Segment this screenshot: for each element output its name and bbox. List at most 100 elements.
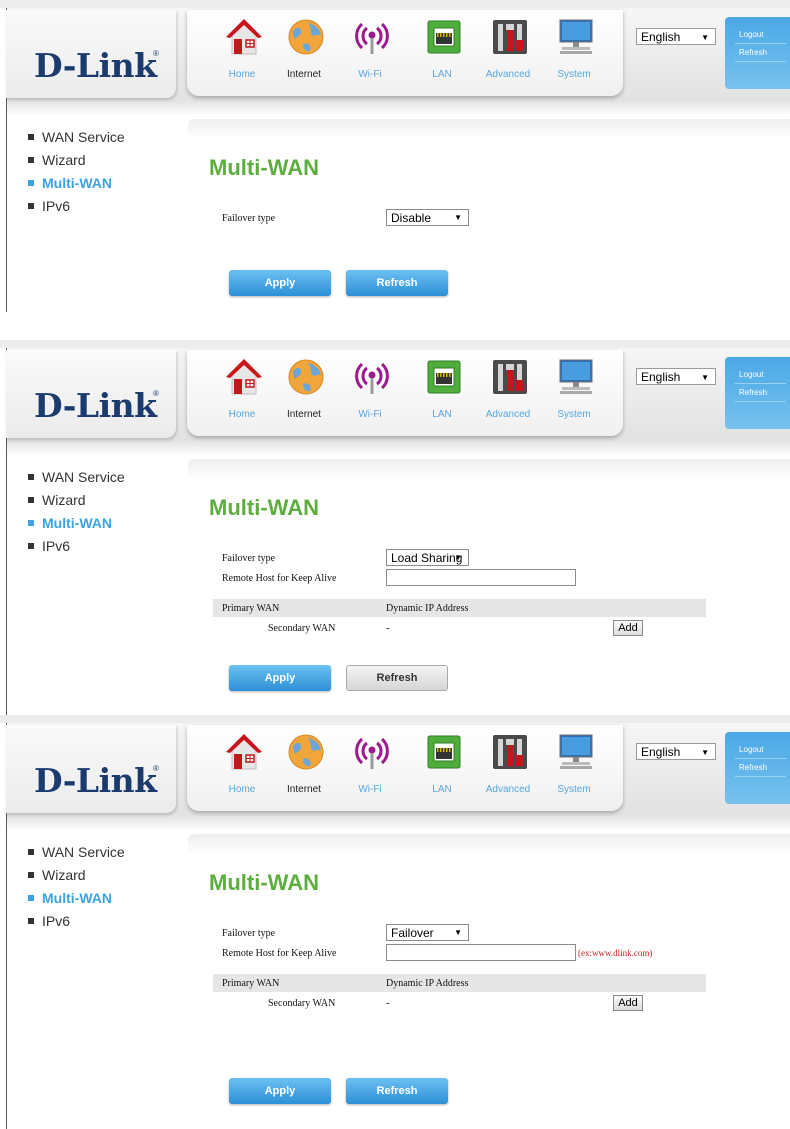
bullet-icon bbox=[28, 895, 34, 901]
nav-internet-label: Internet bbox=[287, 409, 321, 420]
logo[interactable]: D-Link ® bbox=[6, 350, 176, 438]
menu-item-label: Wizard bbox=[42, 492, 86, 508]
failover-type-value: Failover bbox=[391, 926, 434, 940]
menu-item-label: IPv6 bbox=[42, 913, 71, 929]
apply-button[interactable]: Apply bbox=[229, 665, 331, 691]
lan-port-icon bbox=[426, 358, 462, 396]
chevron-down-icon: ▼ bbox=[454, 928, 462, 937]
menu-item-wizard[interactable]: Wizard bbox=[28, 864, 125, 887]
tools-icon bbox=[492, 358, 528, 396]
menu-item-multi-wan[interactable]: Multi-WAN bbox=[28, 512, 125, 535]
nav-home[interactable]: Home bbox=[209, 350, 275, 436]
nav-lan[interactable]: LAN bbox=[409, 350, 475, 436]
nav-wifi[interactable]: Wi-Fi bbox=[337, 350, 403, 436]
language-select[interactable]: English ▼ bbox=[636, 743, 716, 760]
nav-internet-label: Internet bbox=[287, 784, 321, 795]
primary-wan-value: Dynamic IP Address bbox=[386, 603, 469, 614]
menu-item-wan-service[interactable]: WAN Service bbox=[28, 841, 125, 864]
menu-item-wizard[interactable]: Wizard bbox=[28, 149, 125, 172]
refresh-link[interactable]: Refresh bbox=[739, 388, 767, 397]
nav-internet[interactable]: Internet bbox=[271, 725, 337, 811]
globe-icon bbox=[288, 18, 324, 56]
menu-item-ipv6[interactable]: IPv6 bbox=[28, 195, 125, 218]
refresh-button[interactable]: Refresh bbox=[346, 270, 448, 296]
refresh-button[interactable]: Refresh bbox=[346, 665, 448, 691]
logout-link[interactable]: Logout bbox=[739, 745, 763, 754]
add-button[interactable]: Add bbox=[613, 995, 643, 1011]
remote-host-label: Remote Host for Keep Alive bbox=[222, 948, 337, 959]
computer-icon bbox=[558, 733, 594, 771]
nav-system[interactable]: System bbox=[541, 10, 607, 96]
menu-item-ipv6[interactable]: IPv6 bbox=[28, 910, 125, 933]
menu-item-label: IPv6 bbox=[42, 538, 71, 554]
menu-item-wan-service[interactable]: WAN Service bbox=[28, 126, 125, 149]
screenshot-load-sharing: D-Link ® Home Internet Wi-Fi LAN Advance… bbox=[0, 340, 790, 715]
failover-type-label: Failover type bbox=[222, 928, 276, 939]
nav-internet[interactable]: Internet bbox=[271, 350, 337, 436]
logo-text: D-Link bbox=[34, 46, 157, 85]
nav-lan-label: LAN bbox=[432, 784, 452, 795]
add-button[interactable]: Add bbox=[613, 620, 643, 636]
remote-host-input[interactable] bbox=[386, 569, 576, 586]
menu-item-label: Multi-WAN bbox=[42, 890, 112, 906]
failover-type-select[interactable]: Load Sharing ▼ bbox=[386, 549, 469, 566]
remote-host-label: Remote Host for Keep Alive bbox=[222, 573, 337, 584]
page-title: Multi-WAN bbox=[209, 870, 319, 895]
logo-registered-mark: ® bbox=[153, 49, 159, 58]
language-select[interactable]: English ▼ bbox=[636, 368, 716, 385]
failover-type-select[interactable]: Failover ▼ bbox=[386, 924, 469, 941]
nav-home[interactable]: Home bbox=[209, 10, 275, 96]
nav-advanced[interactable]: Advanced bbox=[475, 10, 541, 96]
nav-wifi-label: Wi-Fi bbox=[358, 69, 382, 80]
nav-lan[interactable]: LAN bbox=[409, 10, 475, 96]
apply-button[interactable]: Apply bbox=[229, 270, 331, 296]
menu-item-multi-wan[interactable]: Multi-WAN bbox=[28, 172, 125, 195]
secondary-wan-label: Secondary WAN bbox=[268, 998, 336, 1009]
menu-item-multi-wan[interactable]: Multi-WAN bbox=[28, 887, 125, 910]
nav-lan[interactable]: LAN bbox=[409, 725, 475, 811]
menu-item-label: WAN Service bbox=[42, 469, 125, 485]
primary-wan-label: Primary WAN bbox=[222, 978, 280, 989]
page-title: Multi-WAN bbox=[209, 495, 319, 520]
menu-item-ipv6[interactable]: IPv6 bbox=[28, 535, 125, 558]
lan-port-icon bbox=[426, 18, 462, 56]
nav-system[interactable]: System bbox=[541, 725, 607, 811]
bullet-icon bbox=[28, 157, 34, 163]
secondary-wan-value: - bbox=[386, 623, 390, 634]
language-value: English bbox=[641, 370, 681, 384]
logout-link[interactable]: Logout bbox=[739, 370, 763, 379]
house-icon bbox=[226, 358, 262, 396]
primary-wan-value: Dynamic IP Address bbox=[386, 978, 469, 989]
nav-system-label: System bbox=[557, 784, 591, 795]
tools-icon bbox=[492, 18, 528, 56]
nav-home[interactable]: Home bbox=[209, 725, 275, 811]
account-panel: Logout Refresh bbox=[725, 17, 790, 89]
nav-internet[interactable]: Internet bbox=[271, 10, 337, 96]
remote-host-input[interactable] bbox=[386, 944, 576, 961]
nav-advanced[interactable]: Advanced bbox=[475, 725, 541, 811]
language-select[interactable]: English ▼ bbox=[636, 28, 716, 45]
nav-system-label: System bbox=[557, 409, 591, 420]
nav-system-label: System bbox=[557, 69, 591, 80]
logo-registered-mark: ® bbox=[153, 389, 159, 398]
logo-text: D-Link bbox=[34, 386, 157, 425]
menu-item-wan-service[interactable]: WAN Service bbox=[28, 466, 125, 489]
refresh-link[interactable]: Refresh bbox=[739, 48, 767, 57]
secondary-wan-label: Secondary WAN bbox=[268, 623, 336, 634]
menu-item-wizard[interactable]: Wizard bbox=[28, 489, 125, 512]
refresh-link[interactable]: Refresh bbox=[739, 763, 767, 772]
apply-button[interactable]: Apply bbox=[229, 1078, 331, 1104]
wifi-icon bbox=[354, 733, 390, 771]
logo[interactable]: D-Link ® bbox=[6, 10, 176, 98]
computer-icon bbox=[558, 358, 594, 396]
logo[interactable]: D-Link ® bbox=[6, 725, 176, 813]
screenshot-disable: D-Link ® Home Internet Wi-Fi LAN Advance… bbox=[0, 0, 790, 312]
logout-link[interactable]: Logout bbox=[739, 30, 763, 39]
failover-type-select[interactable]: Disable ▼ bbox=[386, 209, 469, 226]
nav-system[interactable]: System bbox=[541, 350, 607, 436]
nav-wifi[interactable]: Wi-Fi bbox=[337, 725, 403, 811]
bullet-icon bbox=[28, 543, 34, 549]
nav-wifi[interactable]: Wi-Fi bbox=[337, 10, 403, 96]
refresh-button[interactable]: Refresh bbox=[346, 1078, 448, 1104]
nav-advanced[interactable]: Advanced bbox=[475, 350, 541, 436]
